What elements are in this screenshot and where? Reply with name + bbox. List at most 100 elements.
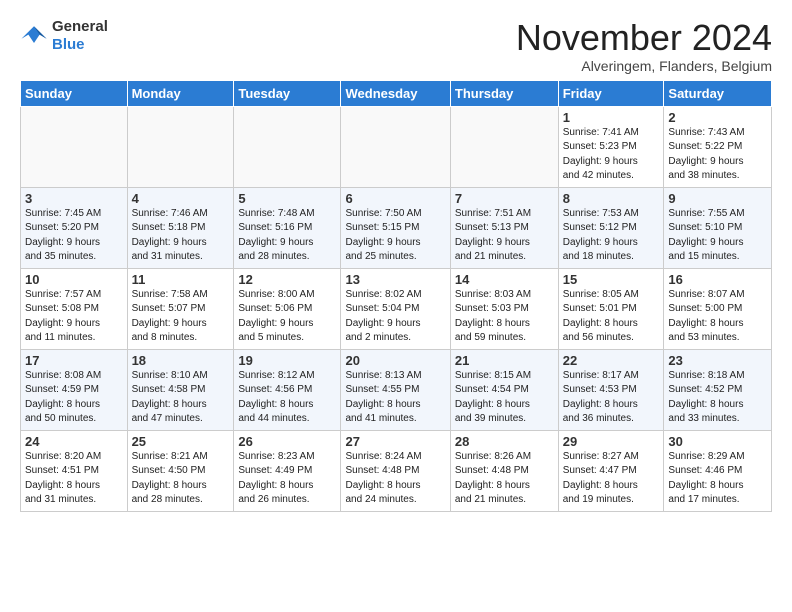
table-row: 8Sunrise: 7:53 AM Sunset: 5:12 PM Daylig… <box>558 187 664 268</box>
day-number: 27 <box>345 434 445 449</box>
day-info: Sunrise: 7:41 AM Sunset: 5:23 PM Dayligh… <box>563 126 660 184</box>
table-row: 29Sunrise: 8:27 AM Sunset: 4:47 PM Dayli… <box>558 430 664 511</box>
table-row: 16Sunrise: 8:07 AM Sunset: 5:00 PM Dayli… <box>664 268 772 349</box>
calendar-week-row: 3Sunrise: 7:45 AM Sunset: 5:20 PM Daylig… <box>21 187 772 268</box>
table-row: 18Sunrise: 8:10 AM Sunset: 4:58 PM Dayli… <box>127 349 234 430</box>
header: General Blue November 2024 Alveringem, F… <box>20 18 772 74</box>
day-info: Sunrise: 7:53 AM Sunset: 5:12 PM Dayligh… <box>563 207 660 265</box>
calendar-week-row: 1Sunrise: 7:41 AM Sunset: 5:23 PM Daylig… <box>21 106 772 187</box>
table-row <box>450 106 558 187</box>
table-row: 24Sunrise: 8:20 AM Sunset: 4:51 PM Dayli… <box>21 430 128 511</box>
table-row: 14Sunrise: 8:03 AM Sunset: 5:03 PM Dayli… <box>450 268 558 349</box>
table-row: 28Sunrise: 8:26 AM Sunset: 4:48 PM Dayli… <box>450 430 558 511</box>
day-number: 6 <box>345 191 445 206</box>
day-info: Sunrise: 8:23 AM Sunset: 4:49 PM Dayligh… <box>238 450 336 508</box>
day-number: 30 <box>668 434 767 449</box>
col-thursday: Thursday <box>450 80 558 106</box>
table-row <box>21 106 128 187</box>
month-title: November 2024 <box>516 18 772 58</box>
table-row: 30Sunrise: 8:29 AM Sunset: 4:46 PM Dayli… <box>664 430 772 511</box>
logo-bird-icon <box>20 22 48 50</box>
table-row: 10Sunrise: 7:57 AM Sunset: 5:08 PM Dayli… <box>21 268 128 349</box>
col-saturday: Saturday <box>664 80 772 106</box>
table-row: 7Sunrise: 7:51 AM Sunset: 5:13 PM Daylig… <box>450 187 558 268</box>
table-row: 5Sunrise: 7:48 AM Sunset: 5:16 PM Daylig… <box>234 187 341 268</box>
table-row: 23Sunrise: 8:18 AM Sunset: 4:52 PM Dayli… <box>664 349 772 430</box>
table-row: 25Sunrise: 8:21 AM Sunset: 4:50 PM Dayli… <box>127 430 234 511</box>
table-row: 3Sunrise: 7:45 AM Sunset: 5:20 PM Daylig… <box>21 187 128 268</box>
day-number: 5 <box>238 191 336 206</box>
day-info: Sunrise: 8:21 AM Sunset: 4:50 PM Dayligh… <box>132 450 230 508</box>
table-row: 26Sunrise: 8:23 AM Sunset: 4:49 PM Dayli… <box>234 430 341 511</box>
table-row: 13Sunrise: 8:02 AM Sunset: 5:04 PM Dayli… <box>341 268 450 349</box>
day-number: 13 <box>345 272 445 287</box>
day-number: 19 <box>238 353 336 368</box>
day-info: Sunrise: 7:43 AM Sunset: 5:22 PM Dayligh… <box>668 126 767 184</box>
calendar-week-row: 24Sunrise: 8:20 AM Sunset: 4:51 PM Dayli… <box>21 430 772 511</box>
title-block: November 2024 Alveringem, Flanders, Belg… <box>516 18 772 74</box>
table-row <box>341 106 450 187</box>
col-monday: Monday <box>127 80 234 106</box>
calendar-header-row: Sunday Monday Tuesday Wednesday Thursday… <box>21 80 772 106</box>
day-number: 2 <box>668 110 767 125</box>
calendar-week-row: 10Sunrise: 7:57 AM Sunset: 5:08 PM Dayli… <box>21 268 772 349</box>
day-info: Sunrise: 8:02 AM Sunset: 5:04 PM Dayligh… <box>345 288 445 346</box>
day-number: 16 <box>668 272 767 287</box>
day-number: 25 <box>132 434 230 449</box>
day-info: Sunrise: 8:29 AM Sunset: 4:46 PM Dayligh… <box>668 450 767 508</box>
day-info: Sunrise: 8:15 AM Sunset: 4:54 PM Dayligh… <box>455 369 554 427</box>
page: General Blue November 2024 Alveringem, F… <box>0 0 792 522</box>
day-info: Sunrise: 8:10 AM Sunset: 4:58 PM Dayligh… <box>132 369 230 427</box>
day-number: 22 <box>563 353 660 368</box>
table-row: 1Sunrise: 7:41 AM Sunset: 5:23 PM Daylig… <box>558 106 664 187</box>
table-row: 2Sunrise: 7:43 AM Sunset: 5:22 PM Daylig… <box>664 106 772 187</box>
day-info: Sunrise: 7:57 AM Sunset: 5:08 PM Dayligh… <box>25 288 123 346</box>
day-info: Sunrise: 7:51 AM Sunset: 5:13 PM Dayligh… <box>455 207 554 265</box>
day-number: 8 <box>563 191 660 206</box>
day-number: 10 <box>25 272 123 287</box>
day-info: Sunrise: 7:50 AM Sunset: 5:15 PM Dayligh… <box>345 207 445 265</box>
table-row: 21Sunrise: 8:15 AM Sunset: 4:54 PM Dayli… <box>450 349 558 430</box>
day-info: Sunrise: 8:18 AM Sunset: 4:52 PM Dayligh… <box>668 369 767 427</box>
day-number: 21 <box>455 353 554 368</box>
table-row: 20Sunrise: 8:13 AM Sunset: 4:55 PM Dayli… <box>341 349 450 430</box>
day-number: 3 <box>25 191 123 206</box>
col-friday: Friday <box>558 80 664 106</box>
day-number: 7 <box>455 191 554 206</box>
day-info: Sunrise: 8:20 AM Sunset: 4:51 PM Dayligh… <box>25 450 123 508</box>
day-info: Sunrise: 8:08 AM Sunset: 4:59 PM Dayligh… <box>25 369 123 427</box>
day-number: 29 <box>563 434 660 449</box>
logo-general: General <box>52 18 108 35</box>
calendar-week-row: 17Sunrise: 8:08 AM Sunset: 4:59 PM Dayli… <box>21 349 772 430</box>
table-row: 27Sunrise: 8:24 AM Sunset: 4:48 PM Dayli… <box>341 430 450 511</box>
subtitle: Alveringem, Flanders, Belgium <box>516 58 772 74</box>
logo-blue: Blue <box>52 36 85 53</box>
day-info: Sunrise: 8:05 AM Sunset: 5:01 PM Dayligh… <box>563 288 660 346</box>
day-info: Sunrise: 8:07 AM Sunset: 5:00 PM Dayligh… <box>668 288 767 346</box>
day-number: 1 <box>563 110 660 125</box>
day-info: Sunrise: 7:48 AM Sunset: 5:16 PM Dayligh… <box>238 207 336 265</box>
day-info: Sunrise: 8:24 AM Sunset: 4:48 PM Dayligh… <box>345 450 445 508</box>
day-number: 23 <box>668 353 767 368</box>
day-number: 17 <box>25 353 123 368</box>
day-info: Sunrise: 7:55 AM Sunset: 5:10 PM Dayligh… <box>668 207 767 265</box>
logo-text: General Blue <box>52 18 108 54</box>
day-number: 26 <box>238 434 336 449</box>
table-row <box>127 106 234 187</box>
day-number: 15 <box>563 272 660 287</box>
day-info: Sunrise: 7:58 AM Sunset: 5:07 PM Dayligh… <box>132 288 230 346</box>
table-row: 12Sunrise: 8:00 AM Sunset: 5:06 PM Dayli… <box>234 268 341 349</box>
day-info: Sunrise: 8:17 AM Sunset: 4:53 PM Dayligh… <box>563 369 660 427</box>
day-info: Sunrise: 8:00 AM Sunset: 5:06 PM Dayligh… <box>238 288 336 346</box>
day-number: 20 <box>345 353 445 368</box>
day-number: 28 <box>455 434 554 449</box>
table-row: 15Sunrise: 8:05 AM Sunset: 5:01 PM Dayli… <box>558 268 664 349</box>
table-row <box>234 106 341 187</box>
day-info: Sunrise: 8:26 AM Sunset: 4:48 PM Dayligh… <box>455 450 554 508</box>
table-row: 9Sunrise: 7:55 AM Sunset: 5:10 PM Daylig… <box>664 187 772 268</box>
calendar: Sunday Monday Tuesday Wednesday Thursday… <box>20 80 772 512</box>
table-row: 4Sunrise: 7:46 AM Sunset: 5:18 PM Daylig… <box>127 187 234 268</box>
day-number: 18 <box>132 353 230 368</box>
day-number: 12 <box>238 272 336 287</box>
day-info: Sunrise: 7:46 AM Sunset: 5:18 PM Dayligh… <box>132 207 230 265</box>
